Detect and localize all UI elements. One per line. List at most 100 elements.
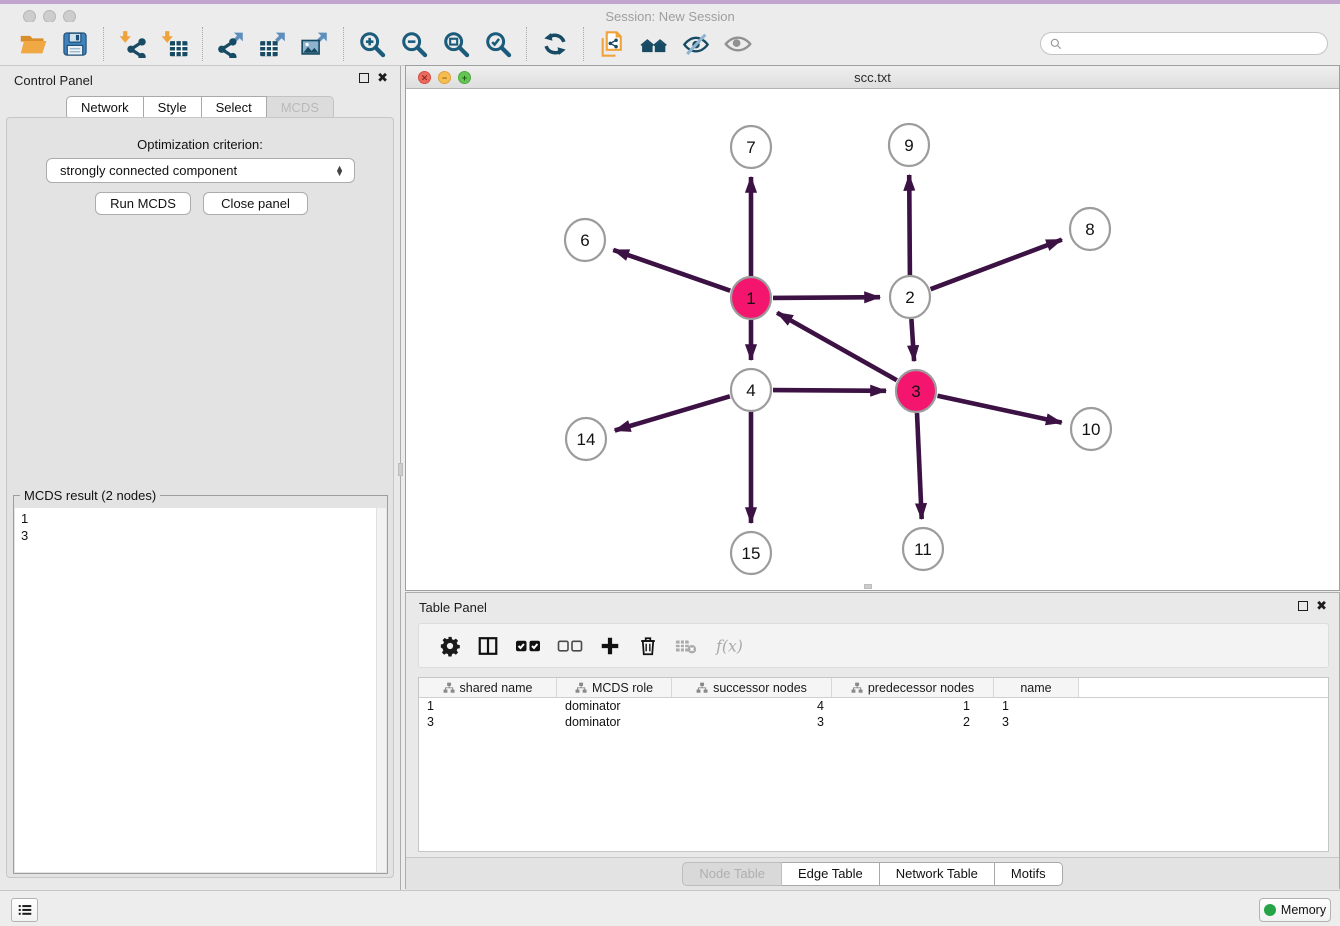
network-window-titlebar[interactable]: ✕ − + scc.txt — [406, 66, 1339, 89]
float-panel-icon[interactable] — [359, 73, 369, 83]
splitter-handle[interactable] — [398, 463, 403, 476]
zoom-selected-icon — [484, 30, 512, 58]
network-graph[interactable]: 7 9 6 8 1 2 4 3 14 10 15 11 — [406, 89, 1339, 590]
graph-node-9[interactable]: 9 — [889, 124, 929, 166]
graph-node-10[interactable]: 10 — [1071, 408, 1111, 450]
table-row[interactable]: 3dominator323 — [419, 714, 1328, 730]
column-header-shared-name[interactable]: shared name — [419, 678, 557, 697]
search-field[interactable] — [1040, 32, 1328, 55]
memory-button[interactable]: Memory — [1259, 898, 1331, 922]
task-history-button[interactable] — [11, 898, 38, 922]
cell-shared-name[interactable]: 3 — [419, 714, 557, 730]
show-column-panel-button[interactable] — [477, 629, 499, 663]
trash-icon — [637, 635, 659, 657]
tab-motifs[interactable]: Motifs — [995, 862, 1063, 886]
close-panel-button[interactable]: Close panel — [203, 192, 308, 215]
select-all-columns-button[interactable] — [515, 629, 541, 663]
edge-3-1[interactable] — [777, 313, 897, 381]
close-panel-icon[interactable]: ✖ — [377, 73, 388, 83]
columns-icon — [477, 635, 499, 657]
edge-2-3[interactable] — [911, 319, 914, 361]
column-header-successor-nodes[interactable]: successor nodes — [672, 678, 832, 697]
import-table-from-file-button[interactable] — [154, 25, 194, 63]
close-table-panel-icon[interactable]: ✖ — [1316, 601, 1327, 611]
zoom-out-button[interactable] — [394, 25, 434, 63]
import-network-from-file-button[interactable] — [112, 25, 152, 63]
graph-node-11[interactable]: 11 — [903, 528, 943, 570]
network-document-share-button[interactable] — [592, 25, 632, 63]
hide-selected-button[interactable] — [676, 25, 716, 63]
graph-node-14[interactable]: 14 — [566, 418, 606, 460]
edge-2-9[interactable] — [909, 175, 910, 275]
mcds-result-item: 3 — [21, 527, 380, 544]
open-folder-icon — [19, 30, 47, 58]
graph-node-2[interactable]: 2 — [890, 276, 930, 318]
main-toolbar — [0, 22, 1340, 66]
export-table-button[interactable] — [253, 25, 293, 63]
graph-node-15[interactable]: 15 — [731, 532, 771, 574]
export-network-icon — [217, 30, 245, 58]
zoom-in-button[interactable] — [352, 25, 392, 63]
toolbar-separator — [202, 27, 203, 61]
column-header-MCDS-role[interactable]: MCDS role — [557, 678, 672, 697]
edge-2-8[interactable] — [931, 240, 1062, 290]
svg-text:f(x): f(x) — [715, 637, 743, 655]
cell-name[interactable]: 3 — [994, 714, 1079, 730]
search-input[interactable] — [1068, 37, 1319, 51]
table-row[interactable]: 1dominator411 — [419, 698, 1328, 714]
edge-3-10[interactable] — [938, 396, 1062, 423]
show-all-button[interactable] — [718, 25, 758, 63]
column-header-name[interactable]: name — [994, 678, 1079, 697]
save-session-button[interactable] — [55, 25, 95, 63]
table-panel-tabs: Node TableEdge TableNetwork TableMotifs — [406, 857, 1339, 890]
edge-1-2[interactable] — [773, 297, 880, 298]
cell-predecessor-nodes[interactable]: 1 — [832, 698, 994, 714]
float-table-panel-icon[interactable] — [1298, 601, 1308, 611]
tab-edge-table[interactable]: Edge Table — [782, 862, 880, 886]
column-label: name — [1020, 681, 1051, 695]
graph-node-8[interactable]: 8 — [1070, 208, 1110, 250]
graph-node-7[interactable]: 7 — [731, 126, 771, 168]
tab-node-table[interactable]: Node Table — [682, 862, 782, 886]
table-settings-button[interactable] — [439, 629, 461, 663]
graph-node-1[interactable]: 1 — [731, 277, 771, 319]
select-stepper-icon: ▲▼ — [335, 166, 344, 176]
cell-name[interactable]: 1 — [994, 698, 1079, 714]
column-header-filler — [1079, 678, 1328, 697]
open-file-button[interactable] — [13, 25, 53, 63]
zoom-fit-content-button[interactable] — [436, 25, 476, 63]
tab-network-table[interactable]: Network Table — [880, 862, 995, 886]
delete-columns-button[interactable] — [637, 629, 659, 663]
first-neighbors-button[interactable] — [634, 25, 674, 63]
column-label: shared name — [460, 681, 533, 695]
optimization-criterion-select[interactable]: strongly connected component ▲▼ — [46, 158, 355, 183]
graph-node-6[interactable]: 6 — [565, 219, 605, 261]
edge-3-11[interactable] — [917, 413, 922, 519]
create-new-column-button[interactable] — [599, 629, 621, 663]
zoom-selected-button[interactable] — [478, 25, 518, 63]
network-canvas[interactable]: 7 9 6 8 1 2 4 3 14 10 15 11 — [406, 89, 1339, 590]
graph-node-4[interactable]: 4 — [731, 369, 771, 411]
node-label: 3 — [911, 382, 920, 401]
edge-4-14[interactable] — [615, 396, 730, 430]
export-image-button[interactable] — [295, 25, 335, 63]
cell-shared-name[interactable]: 1 — [419, 698, 557, 714]
edge-1-6[interactable] — [613, 250, 730, 291]
eye-icon — [724, 30, 752, 58]
unselect-all-columns-button[interactable] — [557, 629, 583, 663]
apply-preferred-layout-button[interactable] — [535, 25, 575, 63]
cell-successor-nodes[interactable]: 3 — [672, 714, 832, 730]
column-header-predecessor-nodes[interactable]: predecessor nodes — [832, 678, 994, 697]
graph-node-3[interactable]: 3 — [896, 370, 936, 412]
mcds-result-scrollbar[interactable] — [376, 508, 386, 872]
run-mcds-button[interactable]: Run MCDS — [95, 192, 191, 215]
cell-MCDS-role[interactable]: dominator — [557, 714, 672, 730]
cell-MCDS-role[interactable]: dominator — [557, 698, 672, 714]
cell-predecessor-nodes[interactable]: 2 — [832, 714, 994, 730]
cell-successor-nodes[interactable]: 4 — [672, 698, 832, 714]
mcds-result-list[interactable]: 13 — [15, 508, 386, 872]
node-label: 6 — [580, 231, 589, 250]
export-network-button[interactable] — [211, 25, 251, 63]
network-resize-handle[interactable] — [864, 584, 872, 589]
edge-4-3[interactable] — [773, 390, 886, 391]
